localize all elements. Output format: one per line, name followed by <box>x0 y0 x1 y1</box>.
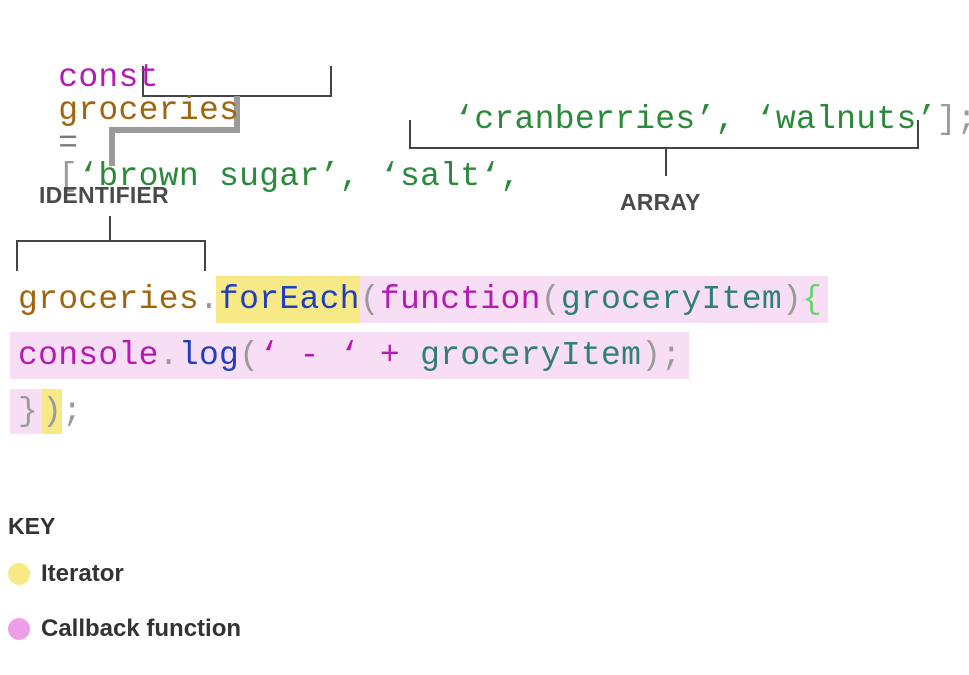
callback-swatch-icon <box>8 618 30 640</box>
array-label: ARRAY <box>620 189 701 215</box>
key-item-iterator: Iterator <box>8 560 124 588</box>
callback-signature-highlight: function(groceryItem){ <box>379 276 829 323</box>
array-items-line-2: ‘cranberries’, ‘walnuts’ <box>454 101 937 138</box>
console-object: console <box>18 337 159 374</box>
iterator-swatch-icon <box>8 563 30 585</box>
assign-operator: = <box>58 125 79 162</box>
function-keyword: function <box>379 281 541 318</box>
callback-close-brace: } <box>10 389 43 434</box>
key-title: KEY <box>8 513 56 539</box>
log-close: ); <box>641 337 682 374</box>
grocery-item-arg: groceryItem <box>420 337 642 374</box>
foreach-close-paren: ) <box>42 389 63 434</box>
param-open-paren: ( <box>540 281 561 318</box>
dot-operator-2: . <box>158 337 179 374</box>
callback-open-brace: { <box>802 281 823 318</box>
groceries-ref: groceries <box>18 281 199 318</box>
grocery-item-param: groceryItem <box>560 281 782 318</box>
log-open-paren: ( <box>239 337 260 374</box>
key-item-label: Callback function <box>41 615 242 642</box>
param-close-paren: ) <box>781 281 803 318</box>
identifier-label: IDENTIFIER <box>39 182 169 208</box>
statement-semicolon: ; <box>62 393 83 430</box>
code-line-console-log: console.log(‘ - ‘ + groceryItem); <box>10 332 690 379</box>
array-close: ]; <box>936 101 969 138</box>
plus-operator: + <box>379 337 401 374</box>
callback-body-highlight: console.log(‘ - ‘ + groceryItem); <box>10 332 690 379</box>
foreach-open-paren: ( <box>359 276 380 323</box>
code-line-array-continued: ‘cranberries’, ‘walnuts’]; <box>414 70 969 136</box>
groceries-identifier: groceries <box>58 92 240 129</box>
identifier-lower-bracket <box>16 216 206 271</box>
log-method: log <box>178 337 240 374</box>
dash-string: ‘ - ‘ <box>259 337 360 374</box>
const-keyword: const <box>58 59 159 96</box>
code-line-close: }); <box>10 389 82 434</box>
key-item-label: Iterator <box>41 560 124 587</box>
foreach-method: forEach <box>216 276 360 323</box>
key-item-callback: Callback function <box>8 615 241 643</box>
code-line-foreach: groceries.forEach(function(groceryItem){ <box>18 276 829 323</box>
